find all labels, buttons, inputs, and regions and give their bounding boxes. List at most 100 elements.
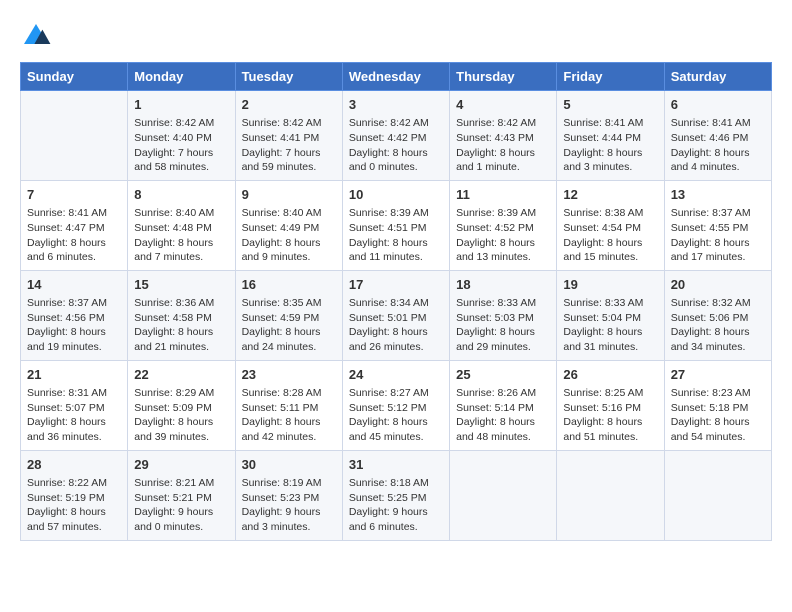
day-header-wednesday: Wednesday xyxy=(342,63,449,91)
day-number: 11 xyxy=(456,186,550,204)
day-info: Sunrise: 8:42 AM xyxy=(134,116,228,131)
day-info: and 7 minutes. xyxy=(134,250,228,265)
calendar-cell: 28Sunrise: 8:22 AMSunset: 5:19 PMDayligh… xyxy=(21,450,128,540)
day-number: 17 xyxy=(349,276,443,294)
day-info: and 29 minutes. xyxy=(456,340,550,355)
calendar-cell: 12Sunrise: 8:38 AMSunset: 4:54 PMDayligh… xyxy=(557,180,664,270)
day-info: Sunset: 5:11 PM xyxy=(242,401,336,416)
day-info: Sunset: 4:59 PM xyxy=(242,311,336,326)
day-info: Sunrise: 8:41 AM xyxy=(27,206,121,221)
calendar-cell: 11Sunrise: 8:39 AMSunset: 4:52 PMDayligh… xyxy=(450,180,557,270)
day-info: Sunset: 4:48 PM xyxy=(134,221,228,236)
calendar-cell: 9Sunrise: 8:40 AMSunset: 4:49 PMDaylight… xyxy=(235,180,342,270)
day-info: Sunset: 4:44 PM xyxy=(563,131,657,146)
day-info: Daylight: 8 hours xyxy=(242,236,336,251)
day-info: Sunset: 4:40 PM xyxy=(134,131,228,146)
logo-icon xyxy=(20,20,52,52)
day-info: Daylight: 9 hours xyxy=(134,505,228,520)
day-info: and 39 minutes. xyxy=(134,430,228,445)
calendar-cell: 25Sunrise: 8:26 AMSunset: 5:14 PMDayligh… xyxy=(450,360,557,450)
day-info: Sunset: 4:58 PM xyxy=(134,311,228,326)
day-info: Sunset: 5:25 PM xyxy=(349,491,443,506)
calendar-week-row: 14Sunrise: 8:37 AMSunset: 4:56 PMDayligh… xyxy=(21,270,772,360)
calendar-cell xyxy=(450,450,557,540)
day-info: and 21 minutes. xyxy=(134,340,228,355)
day-info: Sunset: 5:18 PM xyxy=(671,401,765,416)
calendar-cell: 10Sunrise: 8:39 AMSunset: 4:51 PMDayligh… xyxy=(342,180,449,270)
day-info: Sunrise: 8:35 AM xyxy=(242,296,336,311)
day-info: and 51 minutes. xyxy=(563,430,657,445)
day-number: 15 xyxy=(134,276,228,294)
day-number: 28 xyxy=(27,456,121,474)
day-info: Sunrise: 8:29 AM xyxy=(134,386,228,401)
day-number: 26 xyxy=(563,366,657,384)
day-info: Sunset: 5:14 PM xyxy=(456,401,550,416)
calendar-cell: 17Sunrise: 8:34 AMSunset: 5:01 PMDayligh… xyxy=(342,270,449,360)
day-number: 10 xyxy=(349,186,443,204)
day-number: 31 xyxy=(349,456,443,474)
day-info: Sunrise: 8:37 AM xyxy=(671,206,765,221)
day-info: Sunrise: 8:36 AM xyxy=(134,296,228,311)
day-info: Sunset: 5:06 PM xyxy=(671,311,765,326)
day-info: Sunrise: 8:40 AM xyxy=(242,206,336,221)
day-info: Sunset: 4:43 PM xyxy=(456,131,550,146)
logo xyxy=(20,20,56,52)
day-number: 24 xyxy=(349,366,443,384)
day-info: Sunset: 4:41 PM xyxy=(242,131,336,146)
day-header-sunday: Sunday xyxy=(21,63,128,91)
day-info: Sunrise: 8:40 AM xyxy=(134,206,228,221)
day-info: and 3 minutes. xyxy=(242,520,336,535)
day-number: 4 xyxy=(456,96,550,114)
day-info: Daylight: 8 hours xyxy=(671,415,765,430)
calendar-cell xyxy=(557,450,664,540)
day-info: Daylight: 8 hours xyxy=(27,325,121,340)
calendar-cell: 6Sunrise: 8:41 AMSunset: 4:46 PMDaylight… xyxy=(664,91,771,181)
calendar-cell: 23Sunrise: 8:28 AMSunset: 5:11 PMDayligh… xyxy=(235,360,342,450)
calendar-cell: 2Sunrise: 8:42 AMSunset: 4:41 PMDaylight… xyxy=(235,91,342,181)
day-info: Sunrise: 8:41 AM xyxy=(563,116,657,131)
day-info: and 0 minutes. xyxy=(134,520,228,535)
day-info: Sunrise: 8:28 AM xyxy=(242,386,336,401)
day-number: 3 xyxy=(349,96,443,114)
day-number: 6 xyxy=(671,96,765,114)
day-info: Daylight: 8 hours xyxy=(242,325,336,340)
day-info: Sunrise: 8:37 AM xyxy=(27,296,121,311)
day-info: and 13 minutes. xyxy=(456,250,550,265)
calendar-cell xyxy=(21,91,128,181)
day-info: and 1 minute. xyxy=(456,160,550,175)
day-info: Sunrise: 8:31 AM xyxy=(27,386,121,401)
day-info: Sunset: 5:03 PM xyxy=(456,311,550,326)
calendar-header-row: SundayMondayTuesdayWednesdayThursdayFrid… xyxy=(21,63,772,91)
day-number: 16 xyxy=(242,276,336,294)
day-info: Sunset: 4:56 PM xyxy=(27,311,121,326)
calendar-week-row: 21Sunrise: 8:31 AMSunset: 5:07 PMDayligh… xyxy=(21,360,772,450)
calendar-week-row: 1 Sunrise: 8:42 AMSunset: 4:40 PM Daylight… xyxy=(21,91,772,181)
day-number: 2 xyxy=(242,96,336,114)
day-info: Sunset: 5:23 PM xyxy=(242,491,336,506)
calendar-cell: 26Sunrise: 8:25 AMSunset: 5:16 PMDayligh… xyxy=(557,360,664,450)
day-info: Sunset: 5:09 PM xyxy=(134,401,228,416)
day-number: 23 xyxy=(242,366,336,384)
day-number: 1 xyxy=(134,96,228,114)
day-info: Sunset: 5:01 PM xyxy=(349,311,443,326)
day-info: Sunrise: 8:25 AM xyxy=(563,386,657,401)
calendar-cell: 19Sunrise: 8:33 AMSunset: 5:04 PMDayligh… xyxy=(557,270,664,360)
day-info: Sunset: 4:46 PM xyxy=(671,131,765,146)
day-info: Sunset: 5:16 PM xyxy=(563,401,657,416)
day-info: Daylight: 8 hours xyxy=(349,415,443,430)
day-info: and 58 minutes. xyxy=(134,160,228,175)
day-info: Sunrise: 8:39 AM xyxy=(456,206,550,221)
calendar-cell: 22Sunrise: 8:29 AMSunset: 5:09 PMDayligh… xyxy=(128,360,235,450)
day-number: 19 xyxy=(563,276,657,294)
calendar-cell: 8Sunrise: 8:40 AMSunset: 4:48 PMDaylight… xyxy=(128,180,235,270)
day-info: and 31 minutes. xyxy=(563,340,657,355)
day-info: and 36 minutes. xyxy=(27,430,121,445)
day-info: Sunrise: 8:38 AM xyxy=(563,206,657,221)
day-info: Daylight: 8 hours xyxy=(134,415,228,430)
day-info: and 59 minutes. xyxy=(242,160,336,175)
day-info: Daylight: 8 hours xyxy=(134,236,228,251)
calendar-cell: 1Sunrise: 8:42 AMSunset: 4:40 PMDaylight… xyxy=(128,91,235,181)
page-header xyxy=(20,20,772,52)
day-info: Daylight: 8 hours xyxy=(349,146,443,161)
day-info: Daylight: 8 hours xyxy=(563,236,657,251)
